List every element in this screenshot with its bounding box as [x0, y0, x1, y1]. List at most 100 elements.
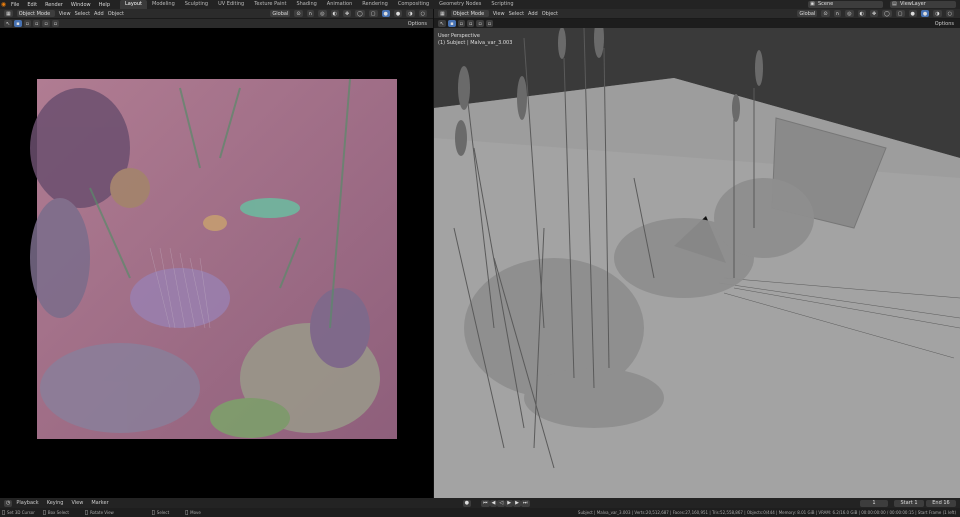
right-shading-material-icon[interactable]: ◑ [933, 10, 942, 17]
jump-start-icon[interactable]: ⏮ [481, 499, 490, 507]
left-select-subtract-icon[interactable]: ▫ [32, 20, 41, 27]
right-select-intersect-icon[interactable]: ▫ [485, 20, 494, 27]
status-scene-stats: Subject | Malva_var_3.003 | Verts:20,512… [577, 510, 956, 515]
auto-key-icon[interactable]: ● [462, 499, 472, 507]
left-xray-icon[interactable]: ▢ [368, 10, 378, 17]
render-preview-image [30, 78, 397, 439]
right-select-extend-icon[interactable]: ▫ [457, 20, 465, 27]
left-transform-label: Global [272, 10, 289, 17]
left-shading-material-icon[interactable]: ◑ [406, 10, 415, 17]
jump-end-icon[interactable]: ⏭ [520, 499, 530, 507]
right-magnet-icon[interactable]: ∩ [833, 10, 842, 17]
tab-layout[interactable]: Layout [120, 0, 147, 9]
timeline-editor-type-icon[interactable]: ◷ [4, 499, 13, 507]
tab-texture-paint[interactable]: Texture Paint [249, 0, 291, 9]
left-shading-wire-icon[interactable]: ● [381, 10, 390, 17]
left-select-new-icon[interactable]: ▪ [14, 20, 22, 27]
timeline-menu-view[interactable]: View [67, 500, 87, 506]
left-select-invert-icon[interactable]: ▫ [42, 20, 50, 27]
right-select-invert-icon[interactable]: ▫ [476, 20, 484, 27]
scene-selector[interactable]: ▣ Scene [808, 1, 883, 8]
timeline-menu-marker[interactable]: Marker [87, 500, 112, 506]
play-reverse-icon[interactable]: ◁ [497, 499, 506, 507]
tab-uv-editing[interactable]: UV Editing [213, 0, 249, 9]
right-editor-type-icon[interactable]: ▦ [438, 10, 447, 17]
timeline-menu-playback[interactable]: Playback [12, 500, 42, 506]
left-shading-rendered-icon[interactable]: ○ [418, 10, 427, 17]
tab-animation[interactable]: Animation [322, 0, 358, 9]
right-viewport-solid[interactable]: User Perspective (1) Subject | Malva_var… [434, 28, 960, 498]
right-mode-dropdown[interactable]: Object Mode [450, 10, 489, 17]
left-mode-dropdown[interactable]: Object Mode [16, 10, 55, 17]
play-icon[interactable]: ▶ [505, 499, 514, 507]
status-hint-move: Move [190, 510, 201, 515]
left-menu-object[interactable]: Object [108, 11, 124, 17]
status-bar: ▯ Set 3D Cursor ▯ Box Select ▯ Rotate Vi… [0, 508, 960, 517]
menu-render[interactable]: Render [41, 2, 67, 8]
menu-edit[interactable]: Edit [23, 2, 41, 8]
timeline-menu-keying[interactable]: Keying [43, 500, 68, 506]
left-options-button[interactable]: Options [408, 21, 427, 27]
left-transform-orientation[interactable]: Global [270, 10, 291, 17]
left-viewport-header: ▦ Object Mode View Select Add Object Glo… [0, 9, 433, 19]
left-menu-select[interactable]: Select [75, 11, 90, 17]
scene-viewport-drawing [434, 28, 960, 498]
right-options-button[interactable]: Options [935, 21, 954, 27]
next-key-icon[interactable]: ▶ [513, 499, 521, 507]
mouse-middle-icon: ▯ [84, 509, 89, 516]
blender-logo-icon[interactable]: ◉ [0, 1, 7, 8]
tab-scripting[interactable]: Scripting [486, 0, 518, 9]
tab-rendering[interactable]: Rendering [357, 0, 393, 9]
right-menu-object[interactable]: Object [542, 11, 558, 17]
right-tool-icon[interactable]: ↖ [438, 20, 447, 27]
right-shading-rendered-icon[interactable]: ○ [945, 10, 954, 17]
end-frame-label: End [932, 500, 942, 506]
start-frame-field[interactable]: Start 1 [894, 499, 924, 507]
mouse-left-icon: ▯ [1, 509, 6, 516]
prev-key-icon[interactable]: ◀ [489, 499, 498, 507]
left-menu-view[interactable]: View [59, 11, 71, 17]
left-gizmo-icon[interactable]: ✥ [342, 10, 352, 17]
right-transform-orientation[interactable]: Global [797, 10, 818, 17]
tab-sculpting[interactable]: Sculpting [180, 0, 213, 9]
end-frame-value: 16 [943, 500, 950, 506]
left-visibility-icon[interactable]: ◐ [330, 10, 339, 17]
left-proportional-icon[interactable]: ◎ [318, 10, 327, 17]
end-frame-field[interactable]: End 16 [926, 499, 956, 507]
left-tool-icon[interactable]: ↖ [4, 20, 13, 27]
right-proportional-icon[interactable]: ◎ [845, 10, 854, 17]
mouse-move-icon: ▯ [184, 509, 189, 516]
left-select-intersect-icon[interactable]: ▫ [51, 20, 60, 27]
tab-compositing[interactable]: Compositing [393, 0, 434, 9]
right-menu-add[interactable]: Add [528, 11, 538, 17]
right-menu-select[interactable]: Select [509, 11, 524, 17]
tab-shading[interactable]: Shading [291, 0, 321, 9]
right-menu-view[interactable]: View [493, 11, 505, 17]
menu-help[interactable]: Help [95, 2, 114, 8]
view-layer-selector[interactable]: ▤ ViewLayer [890, 1, 956, 8]
right-select-subtract-icon[interactable]: ▫ [466, 20, 475, 27]
left-overlay-icon[interactable]: ◯ [355, 10, 365, 17]
status-hint-select: Select [156, 510, 170, 515]
left-viewport-render[interactable] [0, 28, 433, 498]
right-overlay-icon[interactable]: ◯ [882, 10, 892, 17]
menu-window[interactable]: Window [67, 2, 95, 8]
left-magnet-icon[interactable]: ∩ [306, 10, 315, 17]
right-select-new-icon[interactable]: ▪ [448, 20, 456, 27]
current-frame-field[interactable]: 1 [860, 499, 888, 507]
right-xray-icon[interactable]: ▢ [895, 10, 905, 17]
editor-type-icon[interactable]: ▦ [4, 10, 13, 17]
right-shading-wire-icon[interactable]: ● [908, 10, 917, 17]
left-menu-add[interactable]: Add [94, 11, 104, 17]
status-hint-cursor: Set 3D Cursor [7, 510, 35, 515]
right-shading-solid-icon[interactable]: ● [920, 10, 930, 17]
right-gizmo-icon[interactable]: ✥ [869, 10, 879, 17]
tab-modeling[interactable]: Modeling [147, 0, 180, 9]
tab-geometry-nodes[interactable]: Geometry Nodes [434, 0, 486, 9]
left-select-extend-icon[interactable]: ▫ [23, 20, 31, 27]
menu-file[interactable]: File [7, 2, 23, 8]
right-visibility-icon[interactable]: ◐ [857, 10, 866, 17]
left-shading-solid-icon[interactable]: ● [393, 10, 403, 17]
right-snap-icon[interactable]: ⊙ [821, 10, 830, 17]
left-snap-icon[interactable]: ⊙ [294, 10, 303, 17]
